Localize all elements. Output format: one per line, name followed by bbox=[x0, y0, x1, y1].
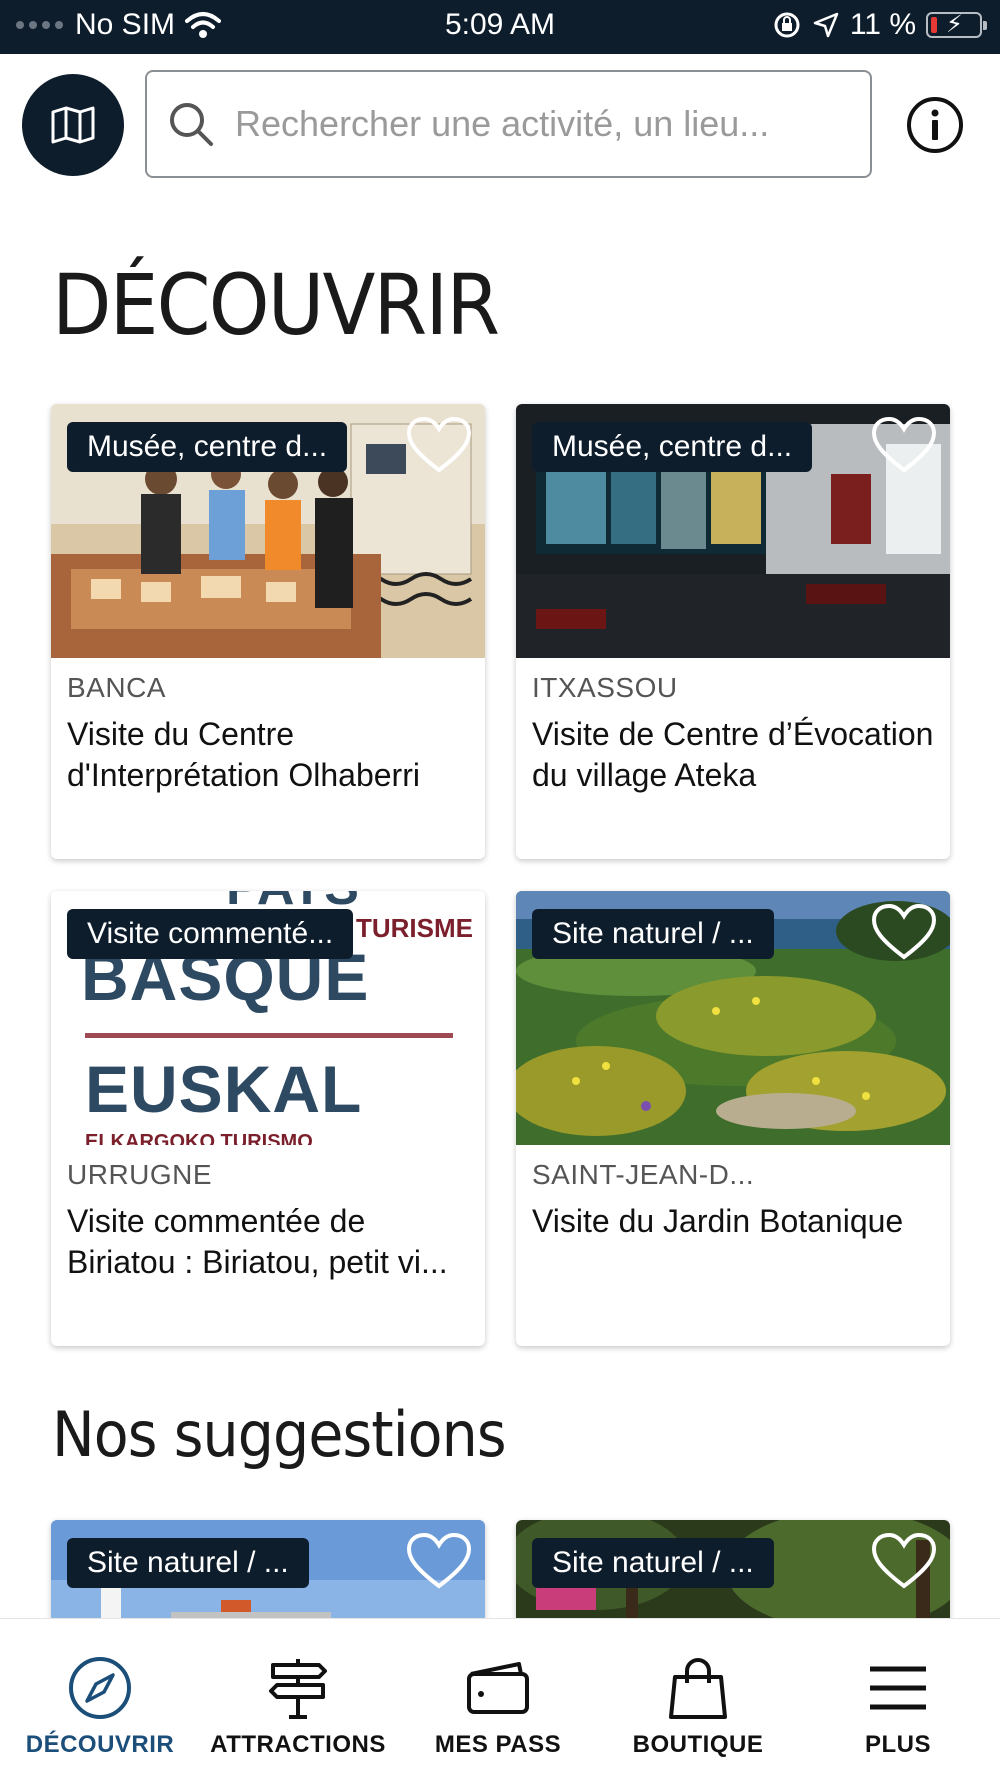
orientation-lock-icon bbox=[774, 12, 800, 38]
tab-label: BOUTIQUE bbox=[632, 1731, 764, 1758]
signpost-icon bbox=[269, 1659, 327, 1719]
tab-attractions[interactable]: ATTRACTIONS bbox=[198, 1649, 398, 1759]
favorite-heart-icon[interactable] bbox=[870, 903, 938, 963]
wallet-icon bbox=[467, 1662, 529, 1714]
map-button[interactable] bbox=[22, 74, 124, 176]
status-right: 11 % ⚡ bbox=[772, 8, 987, 42]
search-input[interactable] bbox=[235, 103, 835, 145]
card-city: BANCA bbox=[67, 672, 166, 703]
activity-card[interactable]: Musée, centre d... ITXASSOU Visite de Ce… bbox=[516, 404, 950, 859]
card-city: ITXASSOU bbox=[532, 672, 678, 703]
tab-mes-pass[interactable]: MES PASS bbox=[398, 1649, 598, 1759]
category-tag: Site naturel / ... bbox=[67, 1538, 309, 1588]
card-city: URRUGNE bbox=[67, 1159, 213, 1190]
tab-label: MES PASS bbox=[434, 1731, 562, 1758]
tab-plus[interactable]: PLUS bbox=[798, 1649, 998, 1759]
activity-card[interactable]: PAYS TURISME BASQUE EUSKAL ELKARGOKO TUR… bbox=[51, 891, 485, 1346]
battery-percent: 11 % bbox=[849, 8, 916, 41]
card-image: Musée, centre d... bbox=[516, 404, 950, 658]
card-city: SAINT-JEAN-D... bbox=[532, 1159, 755, 1190]
compass-icon bbox=[69, 1657, 131, 1719]
tab-decouvrir[interactable]: DÉCOUVRIR bbox=[0, 1649, 200, 1759]
section-title-discover: DÉCOUVRIR bbox=[52, 256, 500, 354]
status-bar: No SIM 5:09 AM 11 % ⚡ bbox=[0, 0, 1000, 54]
favorite-heart-icon[interactable] bbox=[870, 1532, 938, 1592]
menu-icon bbox=[870, 1666, 926, 1710]
shopping-bag-icon bbox=[669, 1658, 727, 1719]
map-icon bbox=[51, 106, 95, 144]
favorite-heart-icon[interactable] bbox=[870, 416, 938, 476]
card-title: Visite du Jardin Botanique bbox=[532, 1203, 904, 1239]
tab-boutique[interactable]: BOUTIQUE bbox=[598, 1649, 798, 1759]
location-icon bbox=[813, 12, 839, 38]
favorite-heart-icon[interactable] bbox=[405, 1532, 473, 1592]
activity-card[interactable]: Musée, centre d... BANCA Visite du Centr… bbox=[51, 404, 485, 859]
search-bar[interactable] bbox=[145, 70, 872, 178]
category-tag: Musée, centre d... bbox=[532, 422, 813, 472]
bottom-tab-bar: DÉCOUVRIR ATTRACTIONS MES PASS BOUTIQUE … bbox=[0, 1618, 1000, 1778]
tab-label: PLUS bbox=[864, 1731, 931, 1758]
tab-label: ATTRACTIONS bbox=[210, 1731, 386, 1758]
info-icon[interactable] bbox=[906, 96, 964, 154]
category-tag: Musée, centre d... bbox=[67, 422, 348, 472]
activity-card[interactable]: Site naturel / ... SAINT-JEAN-D... Visit… bbox=[516, 891, 950, 1346]
category-tag: Site naturel / ... bbox=[532, 909, 774, 959]
card-title: Visite du Centre d'Interprétation Olhabe… bbox=[67, 716, 420, 793]
card-title: Visite commentée de Biriatou : Biriatou,… bbox=[67, 1203, 448, 1280]
section-title-suggestions: Nos suggestions bbox=[52, 1398, 507, 1471]
battery-icon: ⚡ bbox=[926, 11, 987, 38]
card-image: Musée, centre d... bbox=[51, 404, 485, 658]
card-title: Visite de Centre d’Évocation du village … bbox=[532, 716, 934, 793]
category-tag: Visite commenté... bbox=[67, 909, 354, 959]
tab-label: DÉCOUVRIR bbox=[25, 1731, 175, 1758]
category-tag: Site naturel / ... bbox=[532, 1538, 774, 1588]
card-image: PAYS TURISME BASQUE EUSKAL ELKARGOKO TUR… bbox=[51, 891, 485, 1145]
search-icon bbox=[170, 103, 213, 146]
card-image: Site naturel / ... bbox=[516, 891, 950, 1145]
favorite-heart-icon[interactable] bbox=[405, 416, 473, 476]
